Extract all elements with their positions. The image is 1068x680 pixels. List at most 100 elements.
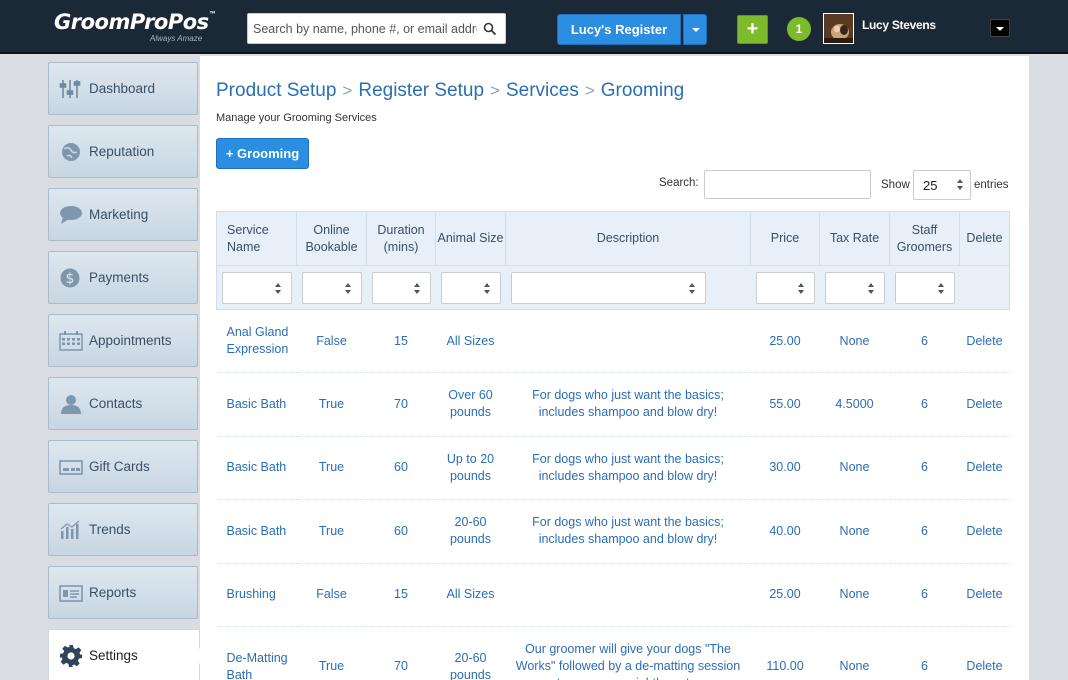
- user-menu-caret[interactable]: [990, 19, 1010, 37]
- table-row[interactable]: De-Matting Bath True 70 20-60 pounds Our…: [216, 626, 1010, 680]
- table-row[interactable]: Anal Gland Expression False 15 All Sizes…: [216, 309, 1010, 373]
- add-grooming-button[interactable]: + Grooming: [216, 138, 309, 169]
- filter-price[interactable]: [755, 271, 815, 304]
- gift-card-icon: [59, 460, 83, 475]
- person-icon: [61, 395, 81, 414]
- sidebar-item-marketing[interactable]: Marketing: [48, 188, 198, 241]
- sidebar-item-trends[interactable]: Trends: [48, 503, 198, 556]
- filter-description[interactable]: [510, 271, 706, 304]
- column-header-animal-size[interactable]: Animal Size: [435, 211, 506, 266]
- cell-staff-groomers[interactable]: 6: [889, 436, 960, 500]
- cell-tax-rate: None: [819, 309, 890, 373]
- filter-tax-rate[interactable]: [824, 271, 885, 304]
- column-header-staff-groomers[interactable]: Staff Groomers: [889, 211, 960, 266]
- entries-per-page-select[interactable]: 25: [913, 170, 971, 200]
- column-header-tax-rate[interactable]: Tax Rate: [819, 211, 890, 266]
- breadcrumb-services[interactable]: Services: [506, 80, 579, 101]
- column-header-service-name[interactable]: Service Name: [216, 211, 297, 266]
- breadcrumb-product-setup[interactable]: Product Setup: [216, 80, 336, 101]
- table-header-row: Service Name Online Bookable Duration (m…: [216, 211, 1010, 266]
- notification-badge[interactable]: 1: [787, 17, 811, 41]
- cell-description: [505, 563, 751, 627]
- cell-online-bookable: True: [296, 499, 367, 564]
- breadcrumb-register-setup[interactable]: Register Setup: [358, 80, 484, 101]
- spinner-icon: [688, 282, 696, 295]
- delete-link[interactable]: Delete: [959, 626, 1010, 680]
- filter-duration[interactable]: [371, 271, 431, 304]
- breadcrumb-separator: >: [342, 81, 353, 100]
- sidebar-item-label: Appointments: [89, 333, 172, 348]
- cell-service-name[interactable]: De-Matting Bath: [216, 626, 297, 680]
- cell-staff-groomers[interactable]: 6: [889, 372, 960, 437]
- cell-service-name[interactable]: Basic Bath: [216, 499, 297, 564]
- delete-link[interactable]: Delete: [959, 309, 1010, 373]
- register-button[interactable]: Lucy's Register: [557, 14, 681, 45]
- cell-tax-rate: None: [819, 563, 890, 627]
- logo[interactable]: GroomProPos™ Always Amaze: [54, 10, 217, 43]
- cell-animal-size: 20-60 pounds: [435, 499, 506, 564]
- filter-online-bookable[interactable]: [301, 271, 362, 304]
- filter-staff-groomers[interactable]: [894, 271, 955, 304]
- sidebar-item-gift-cards[interactable]: Gift Cards: [48, 440, 198, 493]
- sidebar-item-reports[interactable]: Reports: [48, 566, 198, 619]
- cell-staff-groomers[interactable]: 6: [889, 626, 960, 680]
- calendar-icon: [59, 331, 83, 351]
- column-header-price[interactable]: Price: [750, 211, 820, 266]
- cell-staff-groomers[interactable]: 6: [889, 563, 960, 627]
- cell-tax-rate: None: [819, 436, 890, 500]
- table-row[interactable]: Basic Bath True 60 Up to 20 pounds For d…: [216, 436, 1010, 500]
- page-subtitle: Manage your Grooming Services: [216, 112, 377, 124]
- column-header-duration[interactable]: Duration (mins): [366, 211, 436, 266]
- cell-duration: 60: [366, 499, 436, 564]
- cell-service-name[interactable]: Brushing: [216, 563, 297, 627]
- table-search-input[interactable]: [704, 170, 871, 199]
- sidebar-item-label: Marketing: [89, 207, 149, 222]
- breadcrumb-separator: >: [490, 81, 500, 100]
- cell-staff-groomers[interactable]: 6: [889, 309, 960, 373]
- search-icon[interactable]: [483, 22, 497, 36]
- table-row[interactable]: Brushing False 15 All Sizes 25.00 None 6…: [216, 563, 1010, 627]
- cell-price: 55.00: [750, 372, 820, 437]
- cell-service-name[interactable]: Basic Bath: [216, 436, 297, 500]
- cell-animal-size: Up to 20 pounds: [435, 436, 506, 500]
- report-icon: [59, 585, 83, 602]
- delete-link[interactable]: Delete: [959, 563, 1010, 627]
- sidebar: Dashboard Reputation Marketing $ Payment…: [0, 56, 207, 680]
- global-search[interactable]: [247, 13, 506, 44]
- spinner-icon: [937, 282, 945, 295]
- global-search-input[interactable]: [253, 20, 477, 38]
- sidebar-item-contacts[interactable]: Contacts: [48, 377, 198, 430]
- column-header-online-bookable[interactable]: Online Bookable: [296, 211, 367, 266]
- spinner-icon: [344, 282, 352, 295]
- spinner-icon: [413, 282, 421, 295]
- filter-animal-size[interactable]: [440, 271, 501, 304]
- avatar[interactable]: [823, 13, 854, 44]
- delete-link[interactable]: Delete: [959, 499, 1010, 564]
- filter-service-name[interactable]: [222, 271, 292, 304]
- delete-link[interactable]: Delete: [959, 372, 1010, 437]
- sidebar-item-payments[interactable]: $ Payments: [48, 251, 198, 304]
- cell-animal-size: 20-60 pounds: [435, 626, 506, 680]
- column-header-description[interactable]: Description: [505, 211, 751, 266]
- globe-icon: [62, 143, 80, 161]
- sidebar-item-appointments[interactable]: Appointments: [48, 314, 198, 367]
- table-search-label: Search:: [659, 177, 699, 189]
- cell-staff-groomers[interactable]: 6: [889, 499, 960, 564]
- cell-description: For dogs who just want the basics; inclu…: [505, 499, 751, 564]
- sidebar-item-label: Payments: [89, 270, 150, 285]
- user-name[interactable]: Lucy Stevens: [862, 18, 936, 32]
- spinner-icon: [957, 179, 964, 191]
- sidebar-item-settings[interactable]: Settings: [48, 629, 207, 680]
- cell-animal-size: Over 60 pounds: [435, 372, 506, 437]
- cell-service-name[interactable]: Anal Gland Expression: [216, 309, 297, 373]
- table-row[interactable]: Basic Bath True 60 20-60 pounds For dogs…: [216, 499, 1010, 564]
- sidebar-item-dashboard[interactable]: Dashboard: [48, 62, 198, 115]
- delete-link[interactable]: Delete: [959, 436, 1010, 500]
- quick-add-button[interactable]: +: [737, 15, 768, 44]
- register-dropdown-caret[interactable]: [683, 14, 707, 45]
- cell-service-name[interactable]: Basic Bath: [216, 372, 297, 437]
- sidebar-item-reputation[interactable]: Reputation: [48, 125, 198, 178]
- cell-online-bookable: False: [296, 309, 367, 373]
- table-row[interactable]: Basic Bath True 70 Over 60 pounds For do…: [216, 372, 1010, 437]
- cell-price: 40.00: [750, 499, 820, 564]
